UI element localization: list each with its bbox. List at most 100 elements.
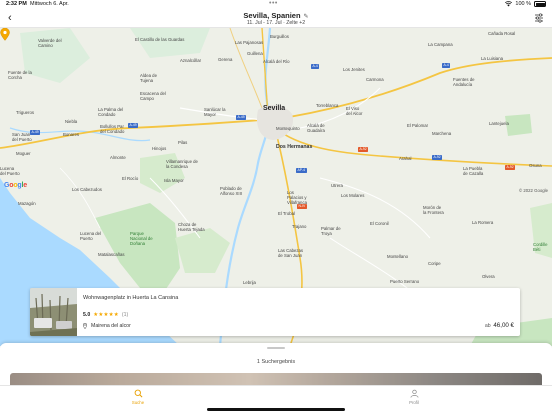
map-label: Niebla: [65, 119, 78, 124]
map-label: Bonares: [63, 132, 80, 137]
map-label: La Palma del Condado: [98, 107, 124, 117]
map-label: Escacena del Campo: [140, 91, 166, 101]
map-label: Poblado de Alfonso XIII: [220, 186, 242, 196]
search-icon: [134, 389, 142, 398]
status-bar: 2:32 PM Mittwoch 6. Apr. ••• 100 %: [0, 0, 552, 10]
road-shield: AP-4: [296, 168, 307, 173]
map-label: Isla Mayor: [164, 178, 184, 183]
map-label: Cañada Rosal: [488, 31, 516, 36]
map-label: Trigueros: [16, 110, 34, 115]
road-shield: A-92: [432, 155, 443, 160]
map-label: Arahal: [399, 156, 412, 161]
map-label: Lucena del Puerto: [80, 231, 102, 241]
map-label: Sanlúcar la Mayor: [204, 107, 226, 117]
map-label: El Trobal: [278, 211, 295, 216]
map-label: Villamanrique de la Condesa: [166, 159, 198, 169]
sheet-grabber[interactable]: [267, 347, 285, 349]
status-indicators: 100 %: [505, 1, 546, 7]
review-count: (1): [121, 312, 129, 318]
location-text: Mairena del alcor: [91, 323, 131, 329]
map-label: Lebrija: [243, 280, 256, 285]
listing-card[interactable]: Wohnwagenplatz in Huerta La Cansina 5.0 …: [30, 288, 520, 336]
road-shield: A-49: [236, 115, 247, 120]
map-label: Fuentes de Andalucía: [453, 77, 475, 87]
map-label: Gerena: [218, 57, 233, 62]
map-label: Lucena del Puerto: [0, 166, 20, 176]
profile-icon: [410, 389, 418, 398]
map-label: Las Cabezas de San Juan: [278, 248, 304, 258]
location-pin-icon: [83, 323, 87, 329]
map-label: Parque Nacional de Doñana: [130, 231, 153, 246]
map-label: Choza de Huerta Tejada: [178, 222, 205, 232]
map-label: Almonte: [110, 155, 126, 160]
map-label: Los Molares: [341, 193, 365, 198]
search-header: ‹ Sevilla, Spanien ✎ 11. Jul - 17. Jul · …: [0, 10, 552, 28]
map-label: El Coronil: [370, 221, 389, 226]
road-shield: A-4: [442, 63, 451, 68]
tab-search-label: Suche: [131, 400, 145, 405]
map-label: Alcalá del Río: [263, 59, 290, 64]
listing-rating: 5.0 ★★★★★ (1): [83, 312, 128, 318]
road-shield: N-IV: [297, 204, 307, 209]
map-label: Valverde del Camino: [38, 38, 62, 48]
map-label: El Viso del Alcor: [346, 106, 363, 116]
map-label-city: Sevilla: [263, 105, 286, 112]
map-label: El Palomar: [407, 123, 429, 128]
map-label: Aldea de Tujena: [140, 73, 157, 83]
wifi-icon: [505, 1, 513, 7]
listing-photo[interactable]: [30, 288, 77, 336]
map-pin-icon[interactable]: [0, 28, 10, 41]
map-label: Osuna: [529, 163, 542, 168]
road-shield: A-49: [30, 130, 41, 135]
road-shield: A-92: [358, 147, 369, 152]
status-time: 2:32 PM: [6, 1, 27, 7]
google-logo: Google: [4, 182, 27, 189]
map-label: Burguillos: [270, 34, 289, 39]
road-shield: A-49: [128, 123, 139, 128]
listing-price: ab 46,00 €: [485, 322, 514, 329]
map-label-city: Dos Hermanas: [276, 144, 313, 150]
map-label: Aznalcóllar: [180, 58, 202, 63]
location-title: Sevilla, Spanien: [243, 11, 301, 20]
map-label: Mazagón: [18, 201, 36, 206]
multitasking-dots-icon[interactable]: •••: [269, 0, 278, 7]
map-label: La Luisiana: [481, 56, 503, 61]
map-label: Pilas: [178, 140, 188, 145]
map-label: La Campana: [428, 42, 453, 47]
map-label: Morón de la Frontera: [423, 205, 444, 215]
map-label: Los Palacios y Villafranca: [287, 190, 307, 205]
map-label: Los Cabezudos: [72, 187, 102, 192]
battery-icon: [534, 1, 546, 7]
battery-percent: 100 %: [515, 1, 531, 7]
map-label: Montellano: [387, 254, 409, 259]
map-label: Torreblanca: [316, 103, 339, 108]
search-title[interactable]: Sevilla, Spanien ✎: [0, 11, 552, 20]
map-label: Moguer: [16, 151, 31, 156]
rating-value: 5.0: [83, 312, 91, 318]
filter-sliders-icon[interactable]: [534, 13, 544, 23]
map-label: Palmar de Troya: [321, 226, 341, 236]
map-label: Lantejuela: [489, 121, 509, 126]
map-label: Hinojos: [152, 146, 167, 151]
results-count: 1 Suchergebnis: [256, 359, 296, 365]
map-label: Puerto Serrano: [390, 279, 420, 284]
map-label: Carmona: [366, 77, 384, 82]
map-label: Coripe: [428, 261, 441, 266]
status-date: Mittwoch 6. Apr.: [30, 1, 69, 7]
map-label: La Romera: [472, 220, 494, 225]
map-label: Alcalá de Guadaíra: [307, 123, 325, 133]
map-label: Marchena: [432, 131, 452, 136]
price-prefix: ab: [484, 323, 491, 329]
tab-search[interactable]: Suche: [118, 389, 158, 405]
map-label: El Rocío: [122, 176, 139, 181]
map-label: Olvera: [482, 274, 495, 279]
home-indicator[interactable]: [207, 408, 345, 411]
map-label: Los Jenites: [343, 67, 365, 72]
search-subtitle: 11. Jul - 17. Jul · Zelte +2: [246, 20, 306, 26]
price-value: 46,00 €: [493, 322, 514, 329]
listing-title: Wohnwagenplatz in Huerta La Cansina: [83, 295, 179, 301]
star-rating-icon: ★★★★★: [93, 312, 119, 318]
tab-profile[interactable]: Profil: [394, 389, 434, 405]
map-label: Cordille Béti: [533, 242, 548, 252]
tab-bar: Suche Profil: [0, 385, 552, 414]
